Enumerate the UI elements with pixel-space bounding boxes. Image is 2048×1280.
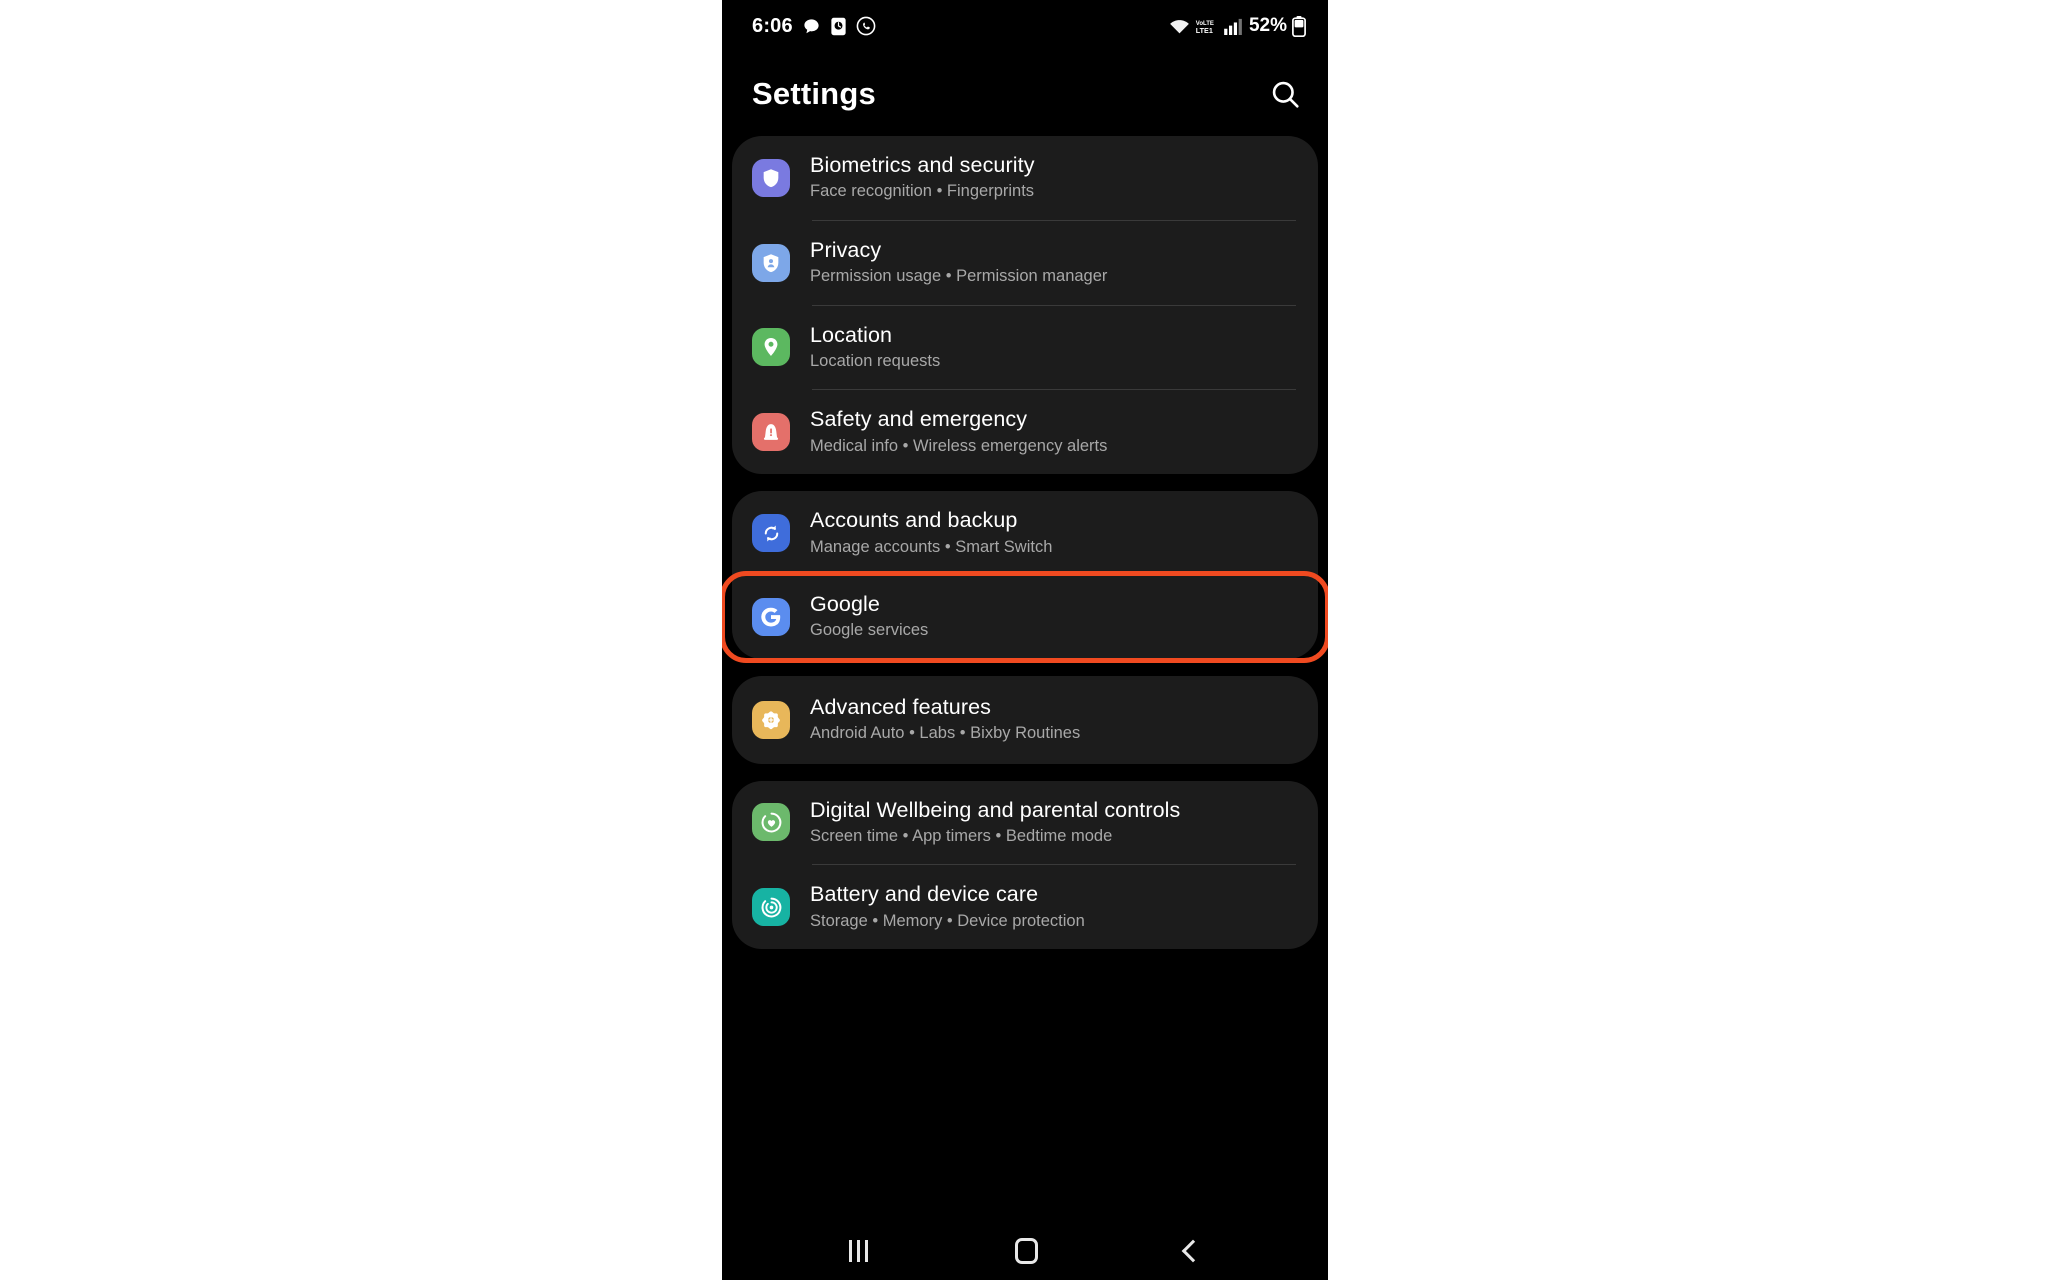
app-header: Settings [722, 52, 1328, 136]
settings-row-texts: Privacy Permission usage • Permission man… [810, 238, 1107, 288]
settings-row-title: Location [810, 322, 893, 347]
settings-row-texts: Google Google services [810, 592, 928, 642]
navigation-bar [722, 1222, 1328, 1280]
message-bubble-icon [802, 17, 821, 36]
wellbeing-heart-icon [752, 803, 790, 842]
settings-row[interactable]: Privacy Permission usage • Permission man… [732, 221, 1318, 305]
privacy-shield-person-icon [752, 243, 790, 282]
settings-row-texts: Battery and device care Storage • Memory … [810, 882, 1085, 932]
screenshot-canvas: 6:06 VoLTE LTE1 52% Settings Biometrics … [0, 0, 2048, 1280]
battery-percent-label: 52% [1248, 15, 1287, 36]
advanced-group: Advanced features Android Auto • Labs • B… [732, 675, 1318, 764]
settings-row-title: Accounts and backup [810, 508, 1018, 533]
shield-icon [752, 158, 790, 197]
settings-row-texts: Safety and emergency Medical info • Wirel… [810, 407, 1107, 457]
status-clock: 6:06 [752, 14, 793, 37]
emergency-siren-icon [752, 413, 790, 452]
media-photo-icon [830, 17, 847, 36]
settings-row-subtitle: Medical info • Wireless emergency alerts [810, 436, 1108, 455]
phone-screen: 6:06 VoLTE LTE1 52% Settings Biometrics … [722, 0, 1328, 1280]
settings-row-title: Safety and emergency [810, 407, 1028, 432]
settings-row-subtitle: Face recognition • Fingerprints [810, 182, 1035, 201]
settings-row-texts: Accounts and backup Manage accounts • Sma… [810, 508, 1052, 558]
settings-row[interactable]: Advanced features Android Auto • Labs • B… [732, 676, 1318, 764]
settings-row[interactable]: Biometrics and security Face recognition … [732, 136, 1318, 220]
settings-row[interactable]: Digital Wellbeing and parental controls S… [732, 781, 1318, 865]
whatsapp-icon [856, 16, 876, 36]
accounts-group: Accounts and backup Manage accounts • Sma… [722, 491, 1328, 663]
google-g-icon [752, 597, 790, 636]
volte-icon: VoLTE LTE1 [1195, 18, 1219, 35]
settings-row-subtitle: Permission usage • Permission manager [810, 267, 1108, 286]
svg-text:LTE1: LTE1 [1196, 25, 1213, 34]
settings-row-subtitle: Location requests [810, 351, 941, 370]
settings-row-title: Biometrics and security [810, 153, 1035, 177]
settings-row[interactable]: Location Location requests [732, 306, 1318, 390]
device-care-icon [752, 888, 790, 927]
settings-row-texts: Advanced features Android Auto • Labs • B… [810, 695, 1080, 745]
settings-row-subtitle: Screen time • App timers • Bedtime mode [810, 826, 1113, 845]
settings-row-title: Privacy [810, 237, 882, 262]
settings-row[interactable]: Safety and emergency Medical info • Wirel… [732, 390, 1318, 474]
settings-row[interactable]: Google Google services [722, 570, 1328, 663]
search-icon[interactable] [1269, 78, 1302, 111]
signal-bars-icon [1224, 18, 1244, 35]
settings-row-title: Digital Wellbeing and parental controls [810, 797, 1181, 822]
settings-row-title: Google [810, 591, 880, 616]
recents-icon[interactable] [849, 1240, 869, 1262]
settings-row-texts: Biometrics and security Face recognition … [810, 153, 1035, 203]
settings-row-subtitle: Manage accounts • Smart Switch [810, 537, 1053, 556]
status-bar-right: VoLTE LTE1 52% [1169, 15, 1306, 37]
settings-row-texts: Digital Wellbeing and parental controls S… [810, 798, 1180, 848]
wellbeing-group: Digital Wellbeing and parental controls S… [732, 780, 1318, 950]
security-group: Biometrics and security Face recognition … [732, 136, 1318, 475]
gear-star-icon [752, 700, 790, 739]
settings-row-subtitle: Android Auto • Labs • Bixby Routines [810, 724, 1081, 743]
settings-row-subtitle: Google services [810, 621, 929, 640]
settings-row-title: Advanced features [810, 694, 991, 719]
settings-row[interactable]: Battery and device care Storage • Memory … [732, 865, 1318, 949]
settings-list[interactable]: Biometrics and security Face recognition … [722, 136, 1328, 950]
home-icon[interactable] [1014, 1238, 1038, 1264]
settings-row-texts: Location Location requests [810, 323, 940, 373]
settings-row-title: Battery and device care [810, 882, 1039, 907]
battery-icon [1292, 15, 1306, 37]
settings-row[interactable]: Accounts and backup Manage accounts • Sma… [732, 491, 1318, 575]
back-icon[interactable] [1181, 1239, 1204, 1263]
location-pin-icon [752, 328, 790, 367]
page-title: Settings [752, 76, 876, 111]
sync-arrows-icon [752, 514, 790, 553]
wifi-icon [1169, 18, 1190, 35]
status-bar-left: 6:06 [752, 15, 876, 38]
settings-row-subtitle: Storage • Memory • Device protection [810, 911, 1085, 930]
status-bar: 6:06 VoLTE LTE1 52% [722, 0, 1328, 52]
